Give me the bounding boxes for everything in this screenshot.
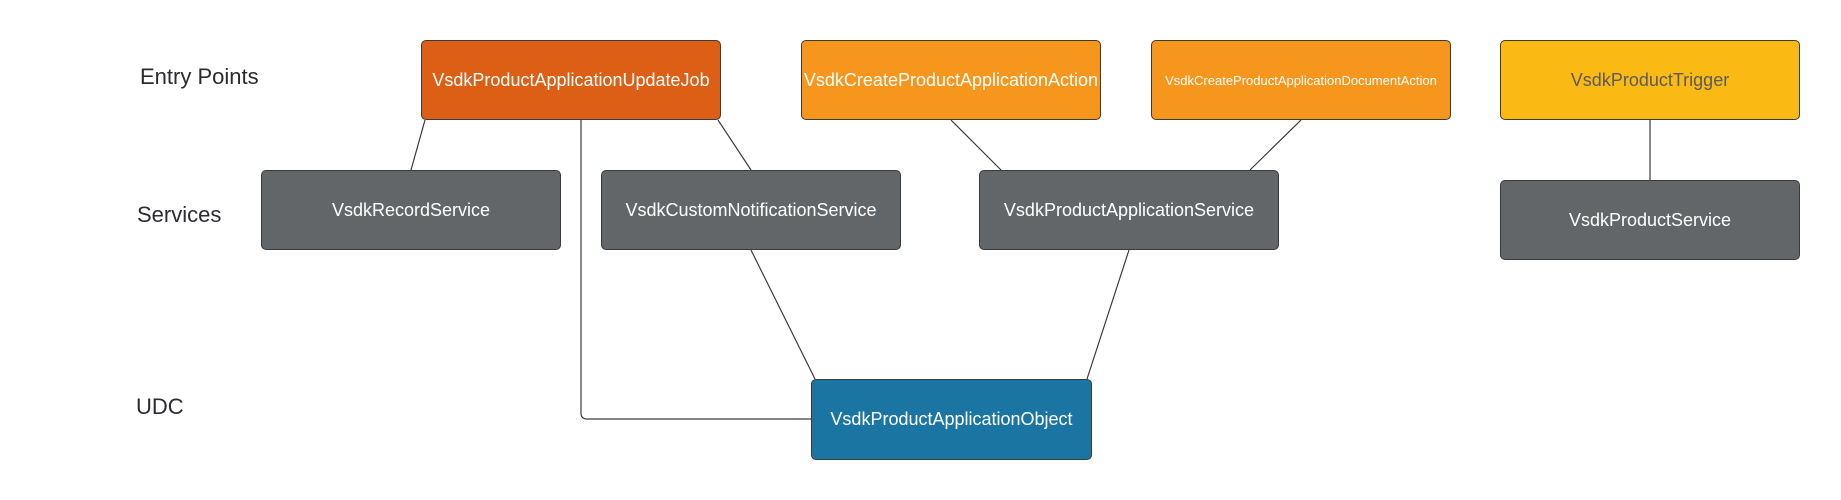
- node-notification-service[interactable]: VsdkCustomNotificationService: [601, 170, 901, 250]
- node-document-action[interactable]: VsdkCreateProductApplicationDocumentActi…: [1151, 40, 1451, 120]
- connector-create-appservice: [950, 119, 1002, 171]
- connector-job-notification: [717, 119, 752, 171]
- row-label-udc: UDC: [136, 394, 184, 419]
- node-application-service[interactable]: VsdkProductApplicationService: [979, 170, 1279, 250]
- node-update-job[interactable]: VsdkProductApplicationUpdateJob: [421, 40, 721, 120]
- row-label-services: Services: [137, 202, 222, 227]
- connector-appservice-object: [1086, 249, 1130, 380]
- node-create-action[interactable]: VsdkCreateProductApplicationAction: [801, 40, 1101, 120]
- node-application-object[interactable]: VsdkProductApplicationObject: [811, 379, 1092, 460]
- connector-job-record: [410, 119, 426, 171]
- node-trigger[interactable]: VsdkProductTrigger: [1500, 40, 1800, 120]
- node-product-service[interactable]: VsdkProductService: [1500, 180, 1800, 260]
- node-record-service[interactable]: VsdkRecordService: [261, 170, 561, 250]
- connector-document-appservice: [1249, 119, 1302, 171]
- connector-job-object: [580, 120, 811, 420]
- connector-notification-object: [750, 249, 816, 380]
- row-label-entry-points: Entry Points: [140, 64, 259, 89]
